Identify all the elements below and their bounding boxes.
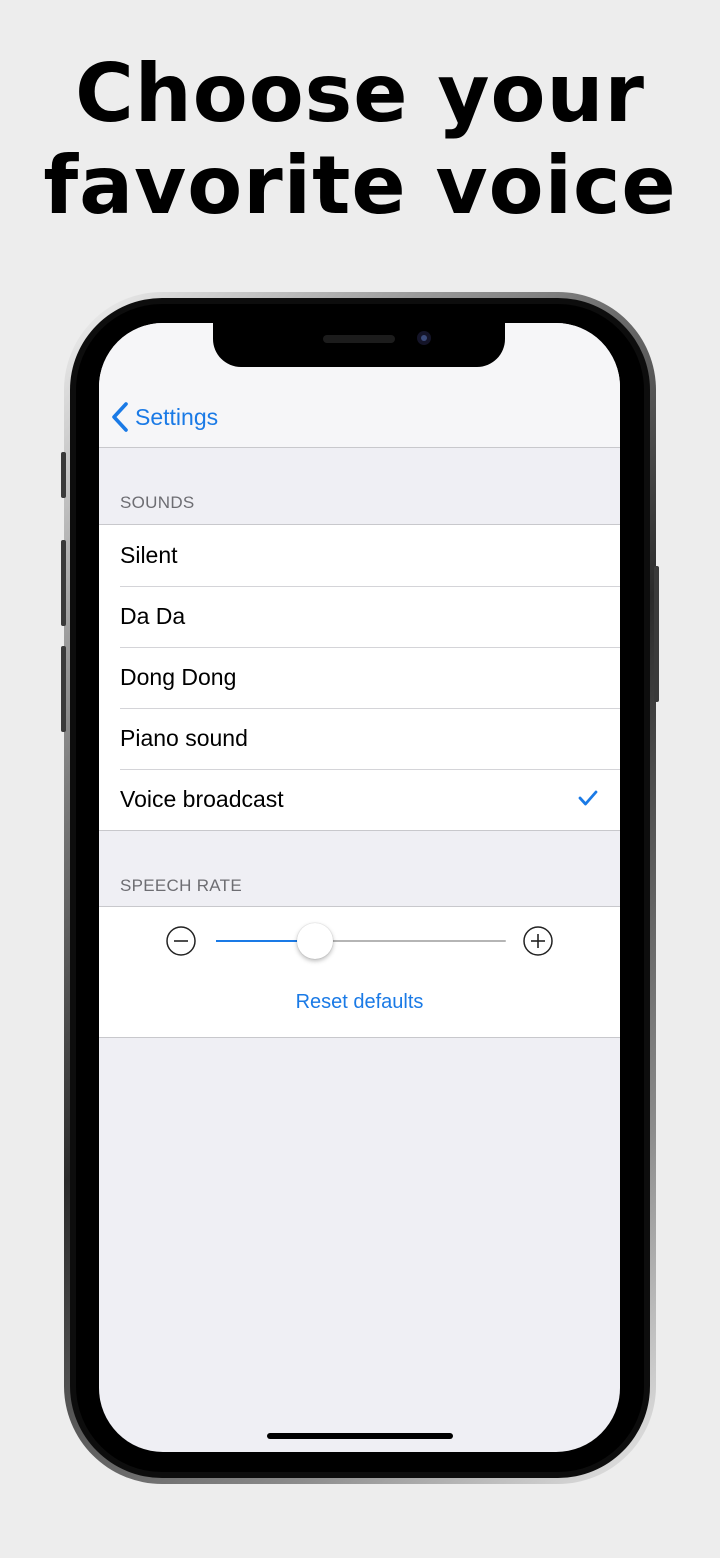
front-camera [417,331,431,345]
chevron-left-icon [112,402,128,432]
speech-rate-slider-area: Reset defaults [99,907,620,1037]
slider-thumb[interactable] [296,923,333,959]
sound-option-silent[interactable]: Silent [99,525,620,586]
headline-line-1: Choose your [75,47,645,140]
volume-down-button [61,646,66,732]
sound-option-label: Piano sound [120,725,248,751]
reset-defaults-button[interactable]: Reset defaults [99,991,620,1014]
speech-rate-group: Reset defaults [99,906,620,1038]
checkmark-icon [578,790,598,806]
sound-option-label: Silent [120,542,178,568]
phone-screen: Settings SOUNDS Silent Da Da Dong Dong P… [99,323,620,1452]
headline: Choose your favorite voice [0,48,720,232]
sound-option-da-da[interactable]: Da Da [99,586,620,647]
home-indicator [267,1433,453,1439]
sounds-list: Silent Da Da Dong Dong Piano sound Voice… [99,524,620,831]
plus-circle-icon[interactable] [523,926,553,956]
speech-rate-section-header: SPEECH RATE [120,876,243,895]
volume-up-button [61,540,66,626]
sound-option-label: Dong Dong [120,664,237,690]
speech-rate-slider[interactable] [216,923,506,959]
sound-option-piano-sound[interactable]: Piano sound [99,708,620,769]
power-button [654,566,659,702]
back-button[interactable]: Settings [109,399,218,435]
minus-circle-icon[interactable] [166,926,196,956]
headline-line-2: favorite voice [43,139,677,232]
sound-option-voice-broadcast[interactable]: Voice broadcast [99,769,620,830]
notch [213,323,505,367]
sound-option-label: Da Da [120,603,186,629]
mute-switch [61,452,66,498]
sound-option-dong-dong[interactable]: Dong Dong [99,647,620,708]
speaker-grille [323,335,395,343]
sounds-section-header: SOUNDS [120,493,195,512]
sound-option-label: Voice broadcast [120,786,284,812]
back-button-label: Settings [135,403,219,430]
